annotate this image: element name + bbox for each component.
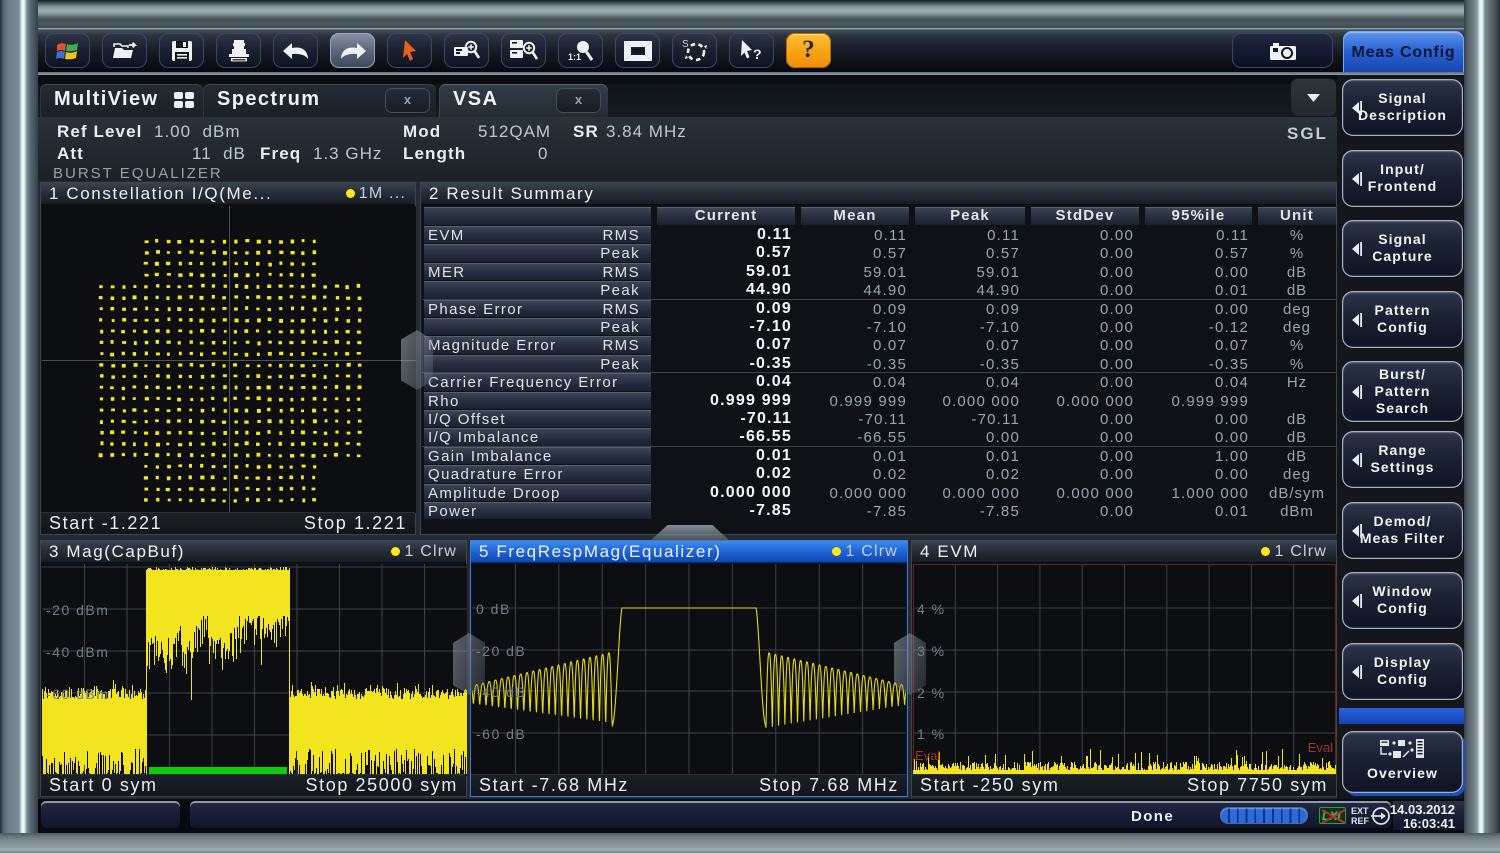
svg-text:?: ? xyxy=(753,46,762,62)
svg-text:1:1: 1:1 xyxy=(568,52,581,62)
